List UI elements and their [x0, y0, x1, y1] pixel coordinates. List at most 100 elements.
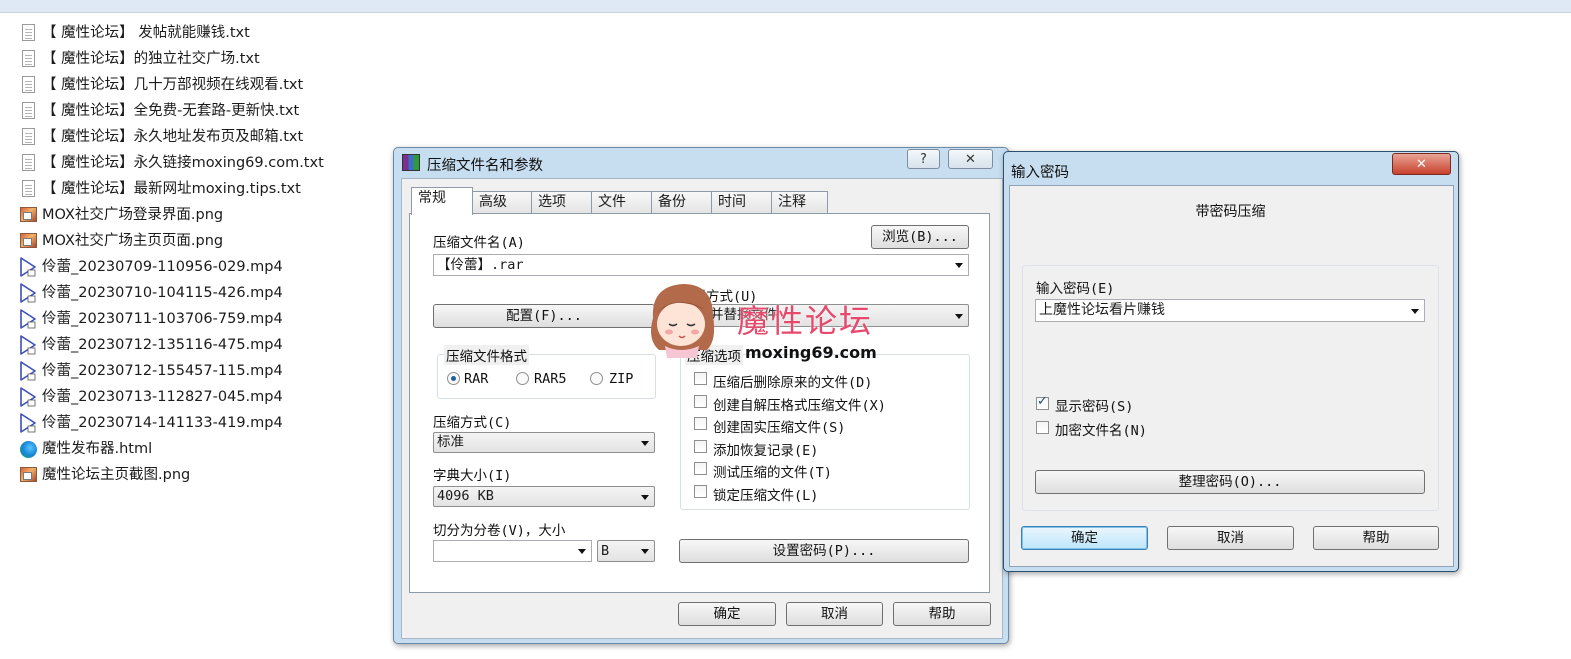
- split-unit-combo[interactable]: B: [597, 540, 655, 562]
- password-cancel-button[interactable]: 取消: [1167, 526, 1294, 550]
- text-file-icon: [22, 154, 35, 171]
- archive-cancel-button[interactable]: 取消: [786, 602, 883, 626]
- file-name: 【 魔性论坛】几十万部视频在线观看.txt: [42, 77, 304, 93]
- archive-name-value: 【伶蕾】.rar: [437, 257, 524, 273]
- tab-general[interactable]: 常规: [411, 187, 473, 215]
- winrar-icon: [402, 154, 420, 171]
- tab-comment[interactable]: 注释: [771, 191, 828, 213]
- file-list-item[interactable]: 【 魔性论坛】 发帖就能赚钱.txt: [18, 20, 324, 46]
- tab-time[interactable]: 时间: [711, 191, 772, 213]
- video-file-icon: [19, 283, 37, 303]
- delete-after-archiving-checkbox[interactable]: [694, 372, 707, 385]
- file-list-item[interactable]: 伶蕾_20230713-112827-045.mp4: [18, 384, 324, 410]
- encrypt-filenames-checkbox[interactable]: [1036, 421, 1049, 434]
- file-list-item[interactable]: 【 魔性论坛】几十万部视频在线观看.txt: [18, 72, 324, 98]
- chevron-down-icon: [641, 494, 649, 500]
- archive-help-button[interactable]: 帮助: [893, 602, 991, 626]
- password-ok-button[interactable]: 确定: [1021, 526, 1148, 550]
- password-input[interactable]: 上魔性论坛看片赚钱: [1035, 299, 1425, 322]
- text-file-icon: [22, 102, 35, 119]
- password-dialog-titlebar[interactable]: 输入密码: [1004, 153, 1458, 181]
- compression-method-combo[interactable]: 标准: [433, 432, 655, 453]
- file-list-item[interactable]: 【 魔性论坛】永久链接moxing69.com.txt: [18, 150, 324, 176]
- lock-archive-checkbox[interactable]: [694, 484, 707, 498]
- archive-name-label: 压缩文件名(A): [433, 235, 525, 251]
- file-name: 伶蕾_20230712-135116-475.mp4: [42, 337, 283, 353]
- close-caption-button[interactable]: ✕: [948, 149, 993, 169]
- file-name: 魔性论坛主页截图.png: [42, 467, 191, 483]
- file-list-item[interactable]: 【 魔性论坛】的独立社交广场.txt: [18, 46, 324, 72]
- show-password-label: 显示密码(S): [1055, 399, 1134, 415]
- test-archived-files-checkbox[interactable]: [694, 462, 707, 475]
- create-sfx-checkbox[interactable]: [694, 394, 707, 408]
- text-file-icon: [22, 180, 35, 197]
- watermark-url: moxing69.com: [745, 343, 877, 362]
- file-list-item[interactable]: 伶蕾_20230711-103706-759.mp4: [18, 306, 324, 332]
- text-file-icon: [22, 50, 35, 67]
- split-size-combo[interactable]: [433, 540, 592, 562]
- delete-after-archiving-label: 压缩后删除原来的文件(D): [713, 375, 873, 391]
- test-archived-files-label: 测试压缩的文件(T): [713, 465, 832, 481]
- archive-ok-button[interactable]: 确定: [678, 602, 776, 626]
- file-list-item[interactable]: MOX社交广场主页页面.png: [18, 228, 324, 254]
- file-list-item[interactable]: 伶蕾_20230710-104115-426.mp4: [18, 280, 324, 306]
- watermark-text: 魔性论坛: [737, 302, 874, 340]
- password-heading: 带密码压缩: [1195, 204, 1266, 220]
- tab-options[interactable]: 选项: [531, 191, 592, 213]
- help-caption-button[interactable]: ?: [907, 149, 940, 169]
- file-name: 【 魔性论坛】最新网址moxing.tips.txt: [42, 181, 301, 197]
- chevron-down-icon: [578, 549, 586, 554]
- archive-name-combo[interactable]: 【伶蕾】.rar: [433, 254, 969, 276]
- window-top-bar: [0, 0, 1571, 13]
- format-rar5-label: RAR5: [534, 371, 567, 387]
- password-help-button[interactable]: 帮助: [1313, 526, 1439, 550]
- browse-button[interactable]: 浏览(B)...: [871, 225, 969, 249]
- file-list-item[interactable]: 魔性发布器.html: [18, 436, 324, 462]
- watermark-mascot-image: [651, 284, 715, 358]
- file-list-item[interactable]: 魔性论坛主页截图.png: [18, 462, 324, 488]
- format-zip-label: ZIP: [609, 371, 634, 387]
- chevron-down-icon: [955, 263, 963, 268]
- format-rar-radio[interactable]: [447, 372, 460, 385]
- show-password-checkbox[interactable]: [1036, 394, 1049, 410]
- tab-files[interactable]: 文件: [591, 191, 652, 213]
- file-list-item[interactable]: 【 魔性论坛】永久地址发布页及邮箱.txt: [18, 124, 324, 150]
- password-dialog-title: 输入密码: [1011, 165, 1069, 181]
- image-file-icon: [20, 467, 37, 482]
- set-password-button[interactable]: 设置密码(P)...: [679, 539, 969, 563]
- dictionary-size-combo[interactable]: 4096 KB: [433, 486, 655, 507]
- archive-dialog-title: 压缩文件名和参数: [427, 158, 543, 174]
- add-recovery-record-checkbox[interactable]: [694, 439, 707, 453]
- chevron-down-icon: [641, 440, 649, 446]
- file-list-item[interactable]: MOX社交广场登录界面.png: [18, 202, 324, 228]
- file-list-item[interactable]: 【 魔性论坛】全免费-无套路-更新快.txt: [18, 98, 324, 124]
- file-list-item[interactable]: 伶蕾_20230712-155457-115.mp4: [18, 358, 324, 384]
- organize-passwords-button[interactable]: 整理密码(O)...: [1035, 470, 1425, 494]
- file-name: MOX社交广场主页页面.png: [42, 233, 224, 249]
- format-rar5-radio[interactable]: [516, 372, 529, 385]
- compression-method-value: 标准: [437, 434, 464, 450]
- create-solid-checkbox[interactable]: [694, 417, 707, 430]
- encrypt-filenames-label: 加密文件名(N): [1055, 423, 1147, 439]
- format-zip-radio[interactable]: [590, 372, 603, 385]
- file-list-item[interactable]: 伶蕾_20230714-141133-419.mp4: [18, 410, 324, 436]
- split-volumes-label: 切分为分卷(V)，大小: [433, 523, 566, 539]
- create-sfx-label: 创建自解压格式压缩文件(X): [713, 397, 886, 414]
- video-file-icon: [19, 309, 37, 329]
- file-list-item[interactable]: 【 魔性论坛】最新网址moxing.tips.txt: [18, 176, 324, 202]
- video-file-icon: [19, 413, 37, 433]
- file-list-item[interactable]: 伶蕾_20230709-110956-029.mp4: [18, 254, 324, 280]
- file-name: 魔性发布器.html: [42, 441, 153, 457]
- text-file-icon: [22, 24, 35, 41]
- profiles-button[interactable]: 配置(F)...: [433, 304, 655, 328]
- file-name: 【 魔性论坛】永久地址发布页及邮箱.txt: [42, 129, 304, 145]
- password-close-button[interactable]: ✕: [1392, 153, 1451, 175]
- file-name: 【 魔性论坛】 发帖就能赚钱.txt: [42, 25, 250, 41]
- tab-advanced[interactable]: 高级: [472, 191, 532, 213]
- file-list-item[interactable]: 伶蕾_20230712-135116-475.mp4: [18, 332, 324, 358]
- tab-backup[interactable]: 备份: [651, 191, 712, 213]
- file-name: 【 魔性论坛】的独立社交广场.txt: [42, 51, 260, 67]
- format-rar-label: RAR: [464, 371, 489, 387]
- file-name: 伶蕾_20230714-141133-419.mp4: [42, 415, 283, 431]
- file-list: 【 魔性论坛】 发帖就能赚钱.txt 【 魔性论坛】的独立社交广场.txt 【 魔性…: [18, 20, 324, 488]
